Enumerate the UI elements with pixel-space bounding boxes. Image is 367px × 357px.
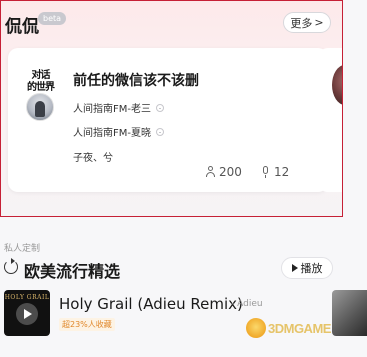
play-label: 播放 [300, 262, 323, 275]
cover-title: HOLY GRAIL [4, 294, 50, 301]
next-room-avatar [332, 65, 342, 105]
watermark: 3DMGAME [246, 318, 331, 338]
host-figure [35, 101, 45, 117]
speaker-count: 12 [261, 165, 289, 179]
beta-badge: beta [38, 12, 67, 25]
playlist-title: 欧美流行精选 [24, 262, 121, 281]
song-title[interactable]: Holy Grail (Adieu Remix) [59, 295, 243, 313]
refresh-icon[interactable] [4, 258, 18, 274]
next-room-decoration [342, 110, 343, 170]
next-song-cover[interactable] [332, 290, 367, 336]
person-icon [205, 166, 216, 178]
speaker-count-value: 12 [274, 165, 290, 179]
member-item: 子夜、兮 [73, 149, 113, 164]
listener-count: 200 [205, 165, 242, 179]
listener-count-value: 200 [219, 165, 242, 179]
play-circle-icon[interactable] [16, 303, 38, 325]
play-all-button[interactable]: 播放 [281, 257, 333, 279]
member-item: 人间指南FM-老三 [73, 100, 164, 115]
room-avatar: 对话 的世界 [24, 70, 57, 122]
member-item: 人间指南FM-夏晓 [73, 124, 164, 139]
song-artist: - Adieu [231, 299, 263, 309]
member-name: 人间指南FM-老三 [73, 104, 151, 115]
song-cover[interactable]: HOLY GRAIL [4, 290, 50, 336]
play-icon [291, 264, 298, 272]
room-title: 前任的微信该不该删 [73, 73, 199, 89]
kankan-section: 侃侃 beta 更多 > 对话 的世界 前任的微信该不该删 人间指南FM-老三 … [0, 0, 343, 217]
favorite-badge: 超23%人收藏 [59, 318, 115, 331]
more-button[interactable]: 更多 > [283, 12, 331, 33]
section-sublabel: 私人定制 [4, 244, 41, 254]
watermark-text: 3DMGAME [268, 320, 331, 336]
mic-icon [261, 166, 271, 178]
more-label: 更多 [290, 16, 313, 30]
chevron-right-icon: > [314, 16, 324, 29]
member-name: 子夜、兮 [73, 153, 113, 164]
watermark-logo-icon [246, 318, 266, 338]
speaking-status-icon [156, 103, 164, 112]
section-title: 侃侃 [5, 17, 39, 37]
speaking-status-icon [156, 127, 164, 136]
next-room-card[interactable] [318, 48, 343, 192]
room-card[interactable]: 对话 的世界 前任的微信该不该删 人间指南FM-老三 人间指南FM-夏晓 子夜、… [8, 48, 328, 192]
page: 侃侃 beta 更多 > 对话 的世界 前任的微信该不该删 人间指南FM-老三 … [0, 0, 367, 357]
member-name: 人间指南FM-夏晓 [73, 128, 151, 139]
